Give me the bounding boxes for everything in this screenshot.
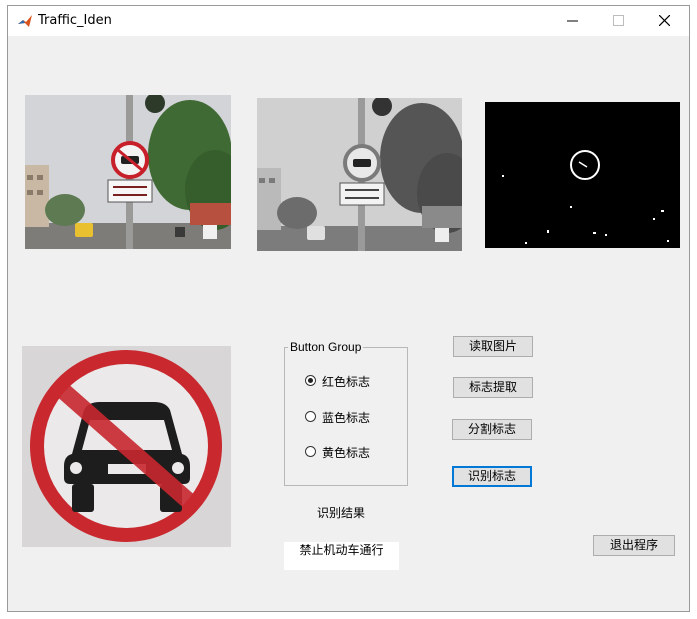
matlab-icon — [18, 15, 32, 27]
read-image-button[interactable]: 读取图片 — [453, 336, 533, 357]
radio-blue-label: 蓝色标志 — [322, 411, 371, 425]
minimize-button[interactable] — [550, 6, 596, 36]
grayscale-image — [257, 98, 462, 251]
result-value: 禁止机动车通行 — [284, 542, 399, 570]
exit-button[interactable]: 退出程序 — [593, 535, 675, 556]
maximize-icon — [613, 15, 624, 26]
recognize-sign-button[interactable]: 识别标志 — [452, 466, 532, 487]
maximize-button[interactable] — [596, 6, 642, 36]
radio-yellow-label: 黄色标志 — [322, 446, 371, 460]
segment-sign-button[interactable]: 分割标志 — [452, 419, 532, 440]
radio-unselected-icon — [305, 446, 316, 457]
result-label: 识别结果 — [317, 506, 366, 520]
radio-unselected-icon — [305, 411, 316, 422]
original-image — [25, 95, 231, 249]
extract-sign-button[interactable]: 标志提取 — [453, 377, 533, 398]
button-group-title: Button Group — [288, 340, 364, 354]
minimize-icon — [567, 20, 578, 22]
binary-image — [485, 102, 680, 248]
title-bar: Traffic_Iden — [8, 6, 689, 36]
radio-selected-icon — [305, 375, 316, 386]
close-icon — [659, 15, 670, 26]
extracted-sign-image — [22, 346, 231, 547]
radio-red-label: 红色标志 — [322, 375, 371, 389]
app-window: Traffic_Iden Button Group 红色标志 蓝色标志 黄色标志… — [7, 5, 690, 612]
close-button[interactable] — [642, 6, 688, 36]
color-button-group: Button Group 红色标志 蓝色标志 黄色标志 — [284, 340, 408, 486]
window-title: Traffic_Iden — [38, 13, 112, 28]
